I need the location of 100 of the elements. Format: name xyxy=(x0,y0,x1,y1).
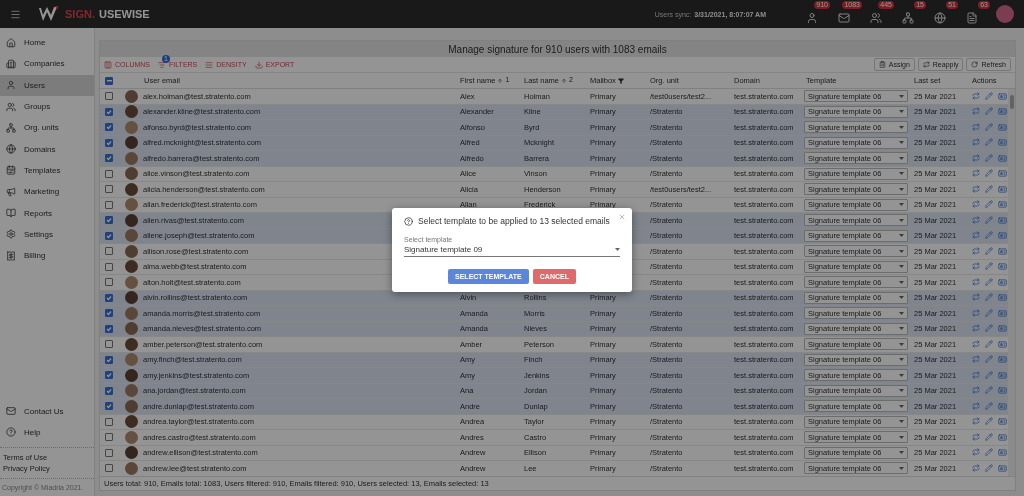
repeat-icon[interactable] xyxy=(972,401,980,410)
id-card-icon[interactable] xyxy=(998,215,1007,225)
repeat-icon[interactable] xyxy=(972,122,980,131)
sidebar-item[interactable]: Marketing xyxy=(0,181,94,203)
row-checkbox[interactable] xyxy=(105,231,113,240)
repeat-icon[interactable] xyxy=(972,339,980,348)
row-checkbox[interactable] xyxy=(105,138,113,147)
id-card-icon[interactable] xyxy=(998,184,1007,194)
id-card-icon[interactable] xyxy=(998,107,1007,117)
repeat-icon[interactable] xyxy=(972,432,980,441)
repeat-icon[interactable] xyxy=(972,91,980,100)
repeat-icon[interactable] xyxy=(972,169,980,178)
id-card-icon[interactable] xyxy=(998,432,1007,442)
id-card-icon[interactable] xyxy=(998,386,1007,396)
row-checkbox[interactable] xyxy=(105,340,113,349)
repeat-icon[interactable] xyxy=(972,215,980,224)
pencil-icon[interactable] xyxy=(985,277,993,286)
row-checkbox[interactable] xyxy=(105,185,113,194)
id-card-icon[interactable] xyxy=(998,293,1007,303)
id-card-icon[interactable] xyxy=(998,277,1007,287)
sidebar-item[interactable]: Contact Us xyxy=(0,400,94,422)
sidebar-item[interactable]: Companies xyxy=(0,53,94,75)
repeat-icon[interactable] xyxy=(972,246,980,255)
repeat-icon[interactable] xyxy=(972,293,980,302)
row-checkbox[interactable] xyxy=(105,278,113,287)
row-checkbox[interactable] xyxy=(105,107,113,116)
repeat-icon[interactable] xyxy=(972,386,980,395)
pencil-icon[interactable] xyxy=(985,200,993,209)
row-checkbox[interactable] xyxy=(105,154,113,163)
id-card-icon[interactable] xyxy=(998,370,1007,380)
id-card-icon[interactable] xyxy=(998,153,1007,163)
id-card-icon[interactable] xyxy=(998,91,1007,101)
sidebar-item[interactable]: Domains xyxy=(0,138,94,160)
avatar[interactable] xyxy=(996,5,1014,23)
id-card-icon[interactable] xyxy=(998,463,1007,473)
sort-arrow-icon[interactable] xyxy=(561,77,568,84)
id-card-icon[interactable] xyxy=(998,231,1007,241)
repeat-icon[interactable] xyxy=(972,138,980,147)
document-icon[interactable] xyxy=(966,12,978,24)
sidebar-item[interactable]: Reports xyxy=(0,202,94,224)
pencil-icon[interactable] xyxy=(985,370,993,379)
id-card-icon[interactable] xyxy=(998,448,1007,458)
pencil-icon[interactable] xyxy=(985,262,993,271)
pencil-icon[interactable] xyxy=(985,91,993,100)
pencil-icon[interactable] xyxy=(985,231,993,240)
scrollbar[interactable] xyxy=(1008,89,1015,476)
row-checkbox[interactable] xyxy=(105,262,113,271)
row-checkbox[interactable] xyxy=(105,464,113,473)
id-card-icon[interactable] xyxy=(998,355,1007,365)
pencil-icon[interactable] xyxy=(985,184,993,193)
users-icon[interactable] xyxy=(870,12,882,24)
id-card-icon[interactable] xyxy=(998,138,1007,148)
close-button[interactable] xyxy=(618,213,626,221)
row-checkbox[interactable] xyxy=(105,371,113,380)
repeat-icon[interactable] xyxy=(972,153,980,162)
pencil-icon[interactable] xyxy=(985,308,993,317)
id-card-icon[interactable] xyxy=(998,339,1007,349)
id-card-icon[interactable] xyxy=(998,246,1007,256)
repeat-icon[interactable] xyxy=(972,448,980,457)
pencil-icon[interactable] xyxy=(985,246,993,255)
row-checkbox[interactable] xyxy=(105,448,113,457)
pencil-icon[interactable] xyxy=(985,215,993,224)
tree-icon[interactable] xyxy=(902,12,914,24)
id-card-icon[interactable] xyxy=(998,262,1007,272)
pencil-icon[interactable] xyxy=(985,463,993,472)
pencil-icon[interactable] xyxy=(985,138,993,147)
pencil-icon[interactable] xyxy=(985,324,993,333)
repeat-icon[interactable] xyxy=(972,370,980,379)
id-card-icon[interactable] xyxy=(998,417,1007,427)
scroll-thumb[interactable] xyxy=(1009,95,1014,109)
pencil-icon[interactable] xyxy=(985,386,993,395)
repeat-icon[interactable] xyxy=(972,308,980,317)
pencil-icon[interactable] xyxy=(985,122,993,131)
row-checkbox[interactable] xyxy=(105,123,113,132)
pencil-icon[interactable] xyxy=(985,153,993,162)
id-card-icon[interactable] xyxy=(998,122,1007,132)
user-icon[interactable] xyxy=(806,12,818,24)
row-checkbox[interactable] xyxy=(105,433,113,442)
row-checkbox[interactable] xyxy=(105,169,113,178)
repeat-icon[interactable] xyxy=(972,277,980,286)
repeat-icon[interactable] xyxy=(972,355,980,364)
sort-arrow-icon[interactable] xyxy=(497,77,504,84)
id-card-icon[interactable] xyxy=(998,324,1007,334)
id-card-icon[interactable] xyxy=(998,401,1007,411)
repeat-icon[interactable] xyxy=(972,463,980,472)
row-checkbox[interactable] xyxy=(105,324,113,333)
sidebar-item[interactable]: Templates xyxy=(0,159,94,182)
pencil-icon[interactable] xyxy=(985,355,993,364)
sidebar-item[interactable]: Settings xyxy=(0,223,94,245)
row-checkbox[interactable] xyxy=(105,402,113,411)
repeat-icon[interactable] xyxy=(972,262,980,271)
row-checkbox[interactable] xyxy=(105,417,113,426)
row-checkbox[interactable] xyxy=(105,216,113,225)
pencil-icon[interactable] xyxy=(985,339,993,348)
select-all-checkbox[interactable] xyxy=(105,76,113,85)
sidebar-item[interactable]: Groups xyxy=(0,95,94,118)
repeat-icon[interactable] xyxy=(972,231,980,240)
pencil-icon[interactable] xyxy=(985,432,993,441)
pencil-icon[interactable] xyxy=(985,448,993,457)
sidebar-item[interactable]: Billing xyxy=(0,244,94,267)
